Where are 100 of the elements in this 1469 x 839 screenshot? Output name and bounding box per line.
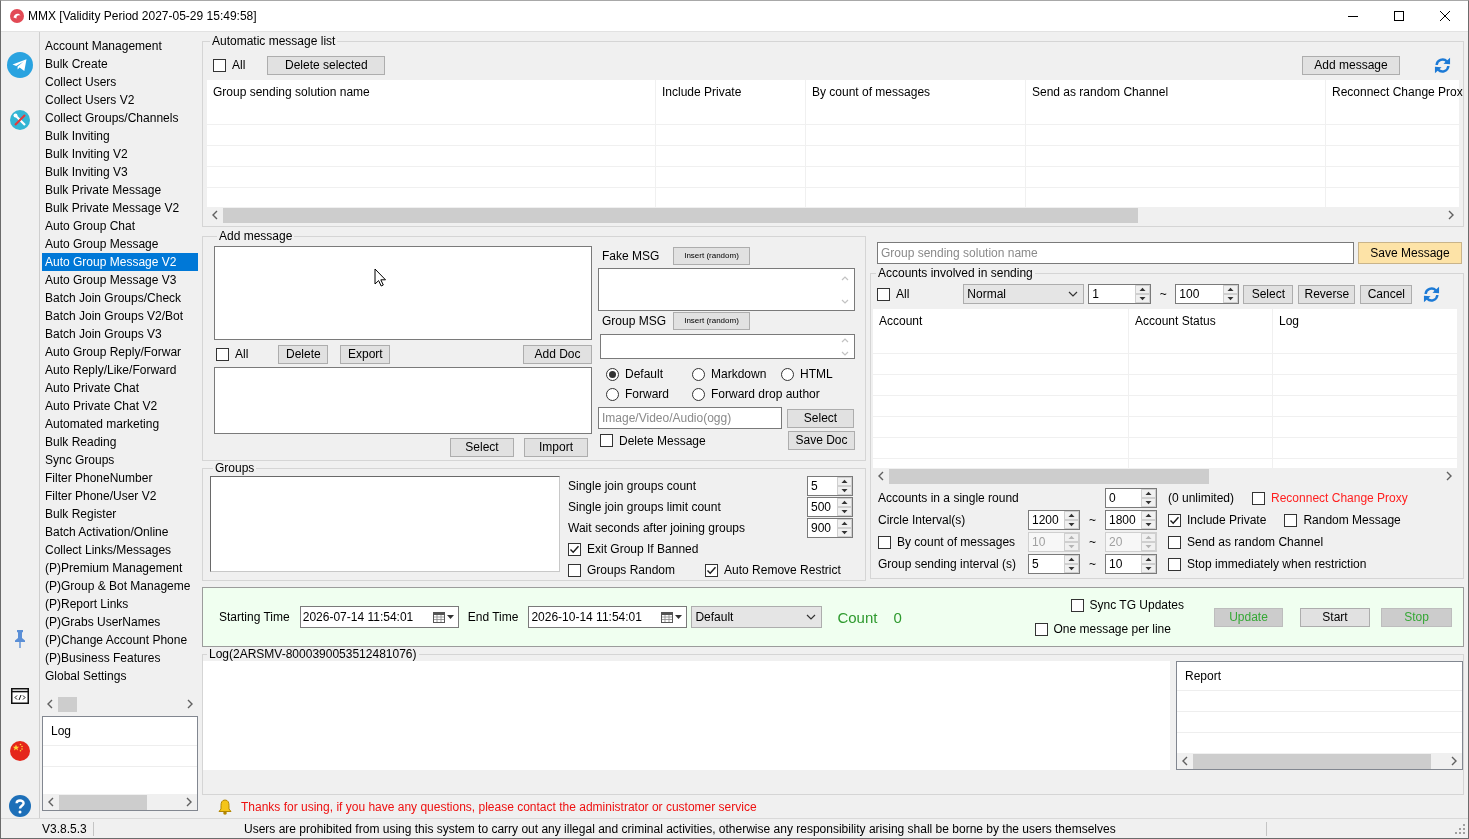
sidebar-item[interactable]: Auto Group Message V3 [42,271,198,289]
sidebar-item[interactable]: (P)Change Account Phone [42,631,198,649]
add-doc-button[interactable]: Add Doc [523,344,592,364]
date-field[interactable]: 2026-10-14 11:54:01 [528,606,688,628]
group-message-field[interactable] [600,334,855,359]
scroll-left-icon[interactable] [212,210,218,220]
code-window-icon[interactable] [11,688,29,704]
sidebar-item[interactable]: Auto Reply/Like/Forward [42,361,198,379]
save-message-button[interactable]: Save Message [1358,242,1462,264]
caret-icon[interactable] [675,615,683,619]
sidebar-item[interactable]: Collect Users V2 [42,91,198,109]
checkbox-label[interactable]: Groups Random [587,563,676,577]
save-doc-button[interactable]: Save Doc [788,431,855,450]
horizontal-scrollbar[interactable] [1177,753,1462,769]
add-message-button[interactable]: Add message [1302,55,1400,75]
scroll-right-icon[interactable] [1448,210,1454,220]
spin-arrows-icon[interactable] [1141,555,1156,573]
tools-icon[interactable] [10,110,30,130]
checkbox-label[interactable]: All [896,287,910,301]
sidebar-item[interactable]: Bulk Inviting [42,127,198,145]
checkbox[interactable] [1168,513,1181,527]
checkbox[interactable] [216,347,229,361]
sidebar-item[interactable]: Sync Groups [42,451,198,469]
scroll-right-icon[interactable] [1451,756,1457,766]
checkbox[interactable] [1252,491,1266,505]
scroll-left-icon[interactable] [47,699,53,709]
number-field[interactable]: 900 [807,518,853,538]
sidebar-item[interactable]: Bulk Register [42,505,198,523]
scrollbar-thumb[interactable] [1193,753,1431,769]
insert-random-button[interactable]: Insert (random) [673,312,750,330]
number-field[interactable]: 1 [1088,284,1152,304]
select-button[interactable]: Select [787,408,854,428]
checkbox[interactable] [1034,622,1048,636]
spin-arrows-icon[interactable] [1141,511,1156,529]
number-field[interactable]: 1200 [1028,510,1080,530]
checkbox[interactable] [1168,557,1181,571]
checkbox[interactable] [568,542,581,556]
checkbox[interactable] [877,287,890,301]
scroll-left-icon[interactable] [878,471,884,481]
sidebar-item[interactable]: Batch Join Groups/Check [42,289,198,307]
sidebar-item[interactable]: Batch Activation/Online [42,523,198,541]
sidebar-item[interactable]: Automated marketing [42,415,198,433]
sidebar-item[interactable]: Bulk Private Message [42,181,198,199]
import-button[interactable]: Import [524,438,588,457]
checkbox-label[interactable]: One message per line [1053,622,1171,636]
caret-icon[interactable] [446,615,454,619]
sidebar-item[interactable]: Auto Group Reply/Forwar [42,343,198,361]
sidebar-item[interactable]: Auto Private Chat [42,379,198,397]
spin-arrows-icon[interactable] [1135,285,1151,303]
sidebar-item[interactable]: Batch Join Groups V3 [42,325,198,343]
checkbox-label[interactable]: Random Message [1303,513,1401,527]
radio-button[interactable] [692,367,705,381]
sidebar-item[interactable]: (P)Report Links [42,595,198,613]
radio-button[interactable] [781,367,794,381]
scrollbar-thumb[interactable] [889,468,1210,484]
number-field[interactable]: 0 [1105,488,1157,508]
document-list[interactable] [214,367,592,434]
horizontal-scrollbar[interactable] [43,794,197,810]
delete-selected-button[interactable]: Delete selected [267,55,386,75]
scroll-right-icon[interactable] [1446,471,1452,481]
radio-label[interactable]: Forward [625,387,669,401]
checkbox-label[interactable]: All [232,58,246,72]
sidebar-item[interactable]: Bulk Create [42,55,198,73]
spin-arrows-icon[interactable] [837,519,852,537]
scrollbar-thumb[interactable] [59,794,147,810]
sidebar-item[interactable]: Collect Users [42,73,198,91]
fake-message-field[interactable] [598,268,855,311]
spin-arrows-icon[interactable] [837,498,852,516]
scroll-right-icon[interactable] [187,699,193,709]
flag-icon[interactable] [10,741,30,761]
checkbox[interactable] [213,58,226,72]
sidebar-item[interactable]: Collect Links/Messages [42,541,198,559]
sidebar-item[interactable]: Filter PhoneNumber [42,469,198,487]
number-field[interactable]: 5 [807,476,853,496]
radio-label[interactable]: Markdown [711,367,767,381]
checkbox[interactable] [1284,513,1298,527]
number-field[interactable]: 10 [1105,554,1157,574]
checkbox-label[interactable]: Delete Message [619,433,706,448]
sidebar-item[interactable]: (P)Premium Management [42,559,198,577]
radio-label[interactable]: HTML [800,367,833,381]
radio-button[interactable] [606,387,619,401]
scrollbar-thumb[interactable] [223,207,1138,223]
checkbox[interactable] [705,563,719,577]
delete-button[interactable]: Delete [278,344,329,364]
spin-arrows-icon[interactable] [1223,285,1239,303]
checkbox-label[interactable]: All [235,347,249,361]
sidebar-item[interactable]: Auto Group Message V2 [42,253,198,271]
spin-arrows-icon[interactable] [1141,489,1156,507]
refresh-icon[interactable] [1423,285,1441,303]
sidebar-item[interactable]: Auto Private Chat V2 [42,397,198,415]
radio-button[interactable] [606,367,619,381]
action-button[interactable]: Start [1300,607,1370,627]
sidebar-item[interactable]: Account Management [42,37,198,55]
select-button[interactable]: Select [450,438,514,457]
sidebar-item[interactable]: Bulk Reading [42,433,198,451]
pin-icon[interactable] [14,630,26,648]
sidebar-item[interactable]: Batch Join Groups V2/Bot [42,307,198,325]
sidebar-item[interactable]: (P)Grabs UserNames [42,613,198,631]
calendar-icon[interactable] [432,611,445,623]
sidebar-item[interactable]: (P)Group & Bot Manageme [42,577,198,595]
